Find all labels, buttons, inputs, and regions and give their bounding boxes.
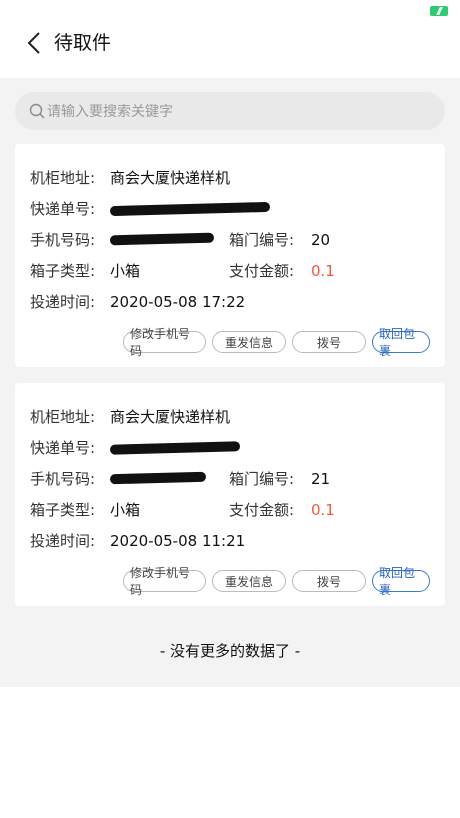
redacted-phone	[109, 471, 207, 484]
content-area: 请输入要搜索关键字 机柜地址: 商会大厦快递样机 快递单号: 手机号码: 箱门编…	[0, 78, 460, 687]
retrieve-button[interactable]: 取回包裹	[372, 566, 430, 597]
box-type-label: 箱子类型:	[30, 501, 96, 519]
resend-button[interactable]: 重发信息	[212, 570, 286, 592]
no-more-data-text: - 没有更多的数据了 -	[159, 642, 301, 660]
search-icon	[29, 103, 45, 119]
status-bar	[0, 0, 460, 22]
page-title: 待取件	[54, 32, 112, 54]
time-label: 投递时间:	[30, 532, 96, 550]
order-card: 机柜地址: 商会大厦快递样机 快递单号: 手机号码: 箱门编号: 21 箱子类型…	[15, 383, 445, 606]
order-card: 机柜地址: 商会大厦快递样机 快递单号: 手机号码: 箱门编号: 20 箱子类型…	[15, 144, 445, 367]
box-type-value: 小箱	[110, 262, 141, 280]
redacted-tracking	[109, 440, 241, 455]
tracking-label: 快递单号:	[30, 439, 96, 457]
search-input[interactable]: 请输入要搜索关键字	[15, 92, 445, 130]
redacted-phone	[109, 232, 215, 245]
time-label: 投递时间:	[30, 293, 96, 311]
amount-value: 0.1	[311, 261, 335, 280]
door-label: 箱门编号:	[229, 231, 295, 249]
dial-button[interactable]: 拨号	[292, 331, 366, 353]
box-type-value: 小箱	[110, 501, 141, 519]
door-value: 20	[311, 230, 331, 249]
redacted-tracking	[109, 201, 271, 216]
amount-label: 支付金额:	[229, 501, 295, 519]
retrieve-button[interactable]: 取回包裹	[372, 327, 430, 358]
phone-label: 手机号码:	[30, 470, 96, 488]
back-button[interactable]	[22, 30, 46, 56]
edit-phone-button[interactable]: 修改手机号码	[123, 566, 206, 597]
dial-button[interactable]: 拨号	[292, 570, 366, 592]
resend-button[interactable]: 重发信息	[212, 331, 286, 353]
address-value: 商会大厦快递样机	[110, 408, 231, 426]
header: 待取件	[0, 22, 460, 64]
door-value: 21	[311, 469, 331, 488]
amount-label: 支付金额:	[229, 262, 295, 280]
edit-phone-button[interactable]: 修改手机号码	[123, 327, 206, 358]
time-value: 2020-05-08 11:21	[110, 531, 246, 550]
time-value: 2020-05-08 17:22	[110, 292, 246, 311]
address-label: 机柜地址:	[30, 169, 96, 187]
phone-label: 手机号码:	[30, 231, 96, 249]
amount-value: 0.1	[311, 500, 335, 519]
search-placeholder: 请输入要搜索关键字	[47, 104, 173, 120]
tracking-label: 快递单号:	[30, 200, 96, 218]
address-label: 机柜地址:	[30, 408, 96, 426]
door-label: 箱门编号:	[229, 470, 295, 488]
address-value: 商会大厦快递样机	[110, 169, 231, 187]
box-type-label: 箱子类型:	[30, 262, 96, 280]
chevron-left-icon	[27, 32, 40, 54]
battery-icon	[430, 6, 448, 16]
